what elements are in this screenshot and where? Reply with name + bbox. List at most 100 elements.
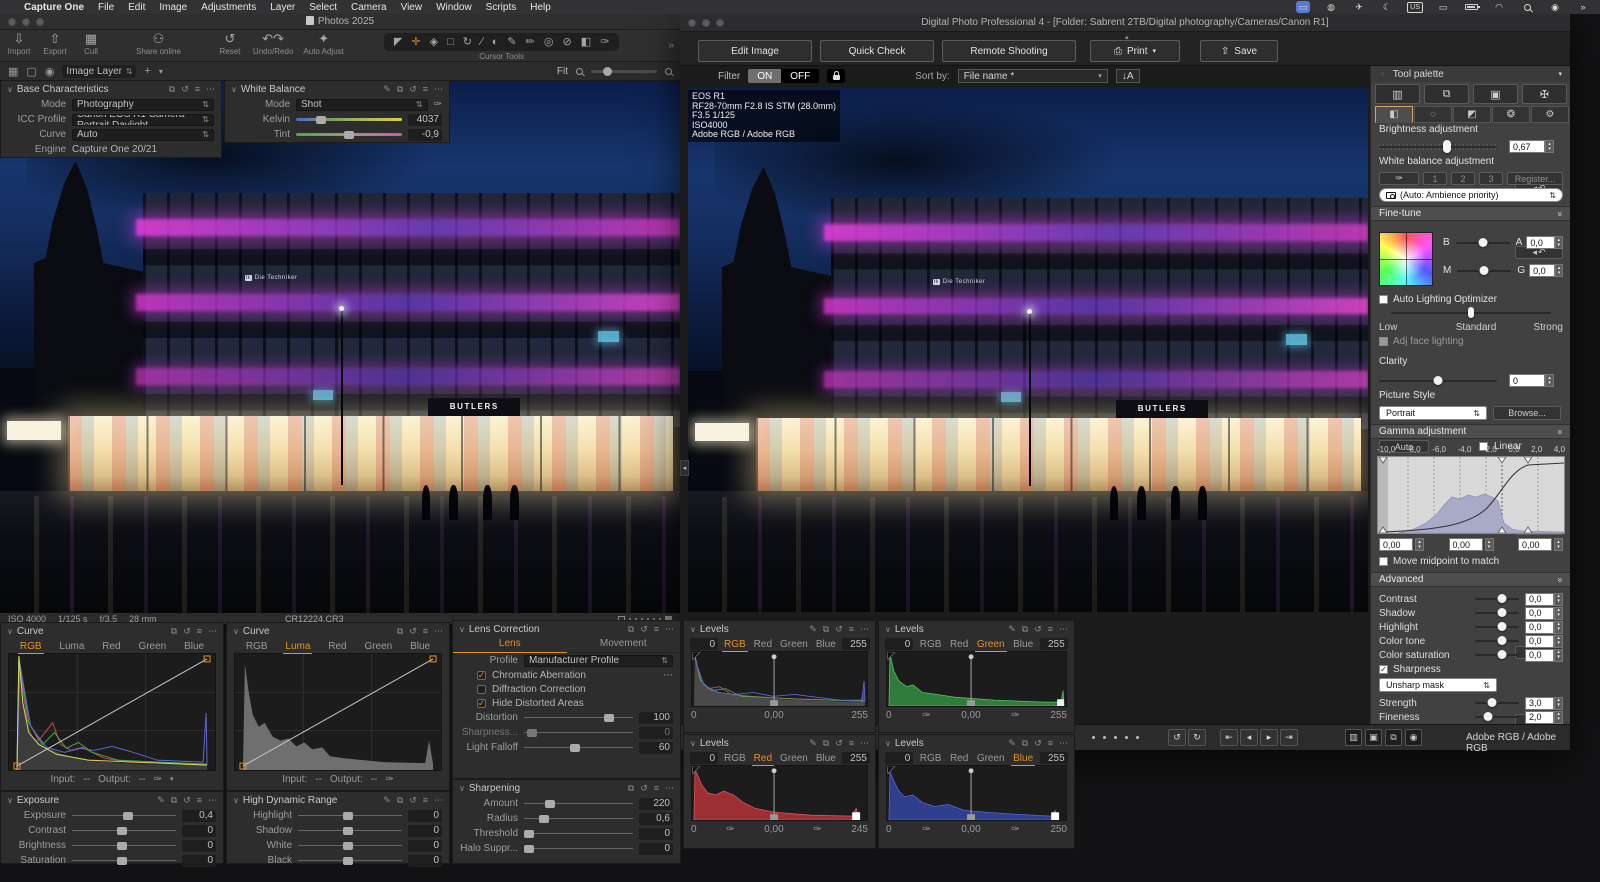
fine-tune-section[interactable]: Fine-tune» bbox=[1371, 206, 1570, 221]
more-icon[interactable]: ⋯ bbox=[206, 84, 215, 95]
radius-value[interactable]: 0,6 bbox=[639, 813, 673, 825]
kelvin-slider[interactable] bbox=[296, 114, 402, 126]
layer-selector[interactable]: Image Layer⇅ bbox=[62, 65, 136, 78]
levels-black-input[interactable]: 0 bbox=[690, 752, 718, 764]
heal-tool-icon[interactable]: ◎ bbox=[544, 37, 554, 48]
shadow-picker-icon[interactable]: ✑ bbox=[726, 824, 734, 835]
exposure-slider[interactable] bbox=[72, 810, 176, 822]
curve-tab-red[interactable]: Red bbox=[100, 640, 122, 653]
edit-image-button[interactable]: Edit Image bbox=[698, 40, 812, 62]
black-knob[interactable] bbox=[343, 857, 353, 865]
wifi-icon[interactable]: ◠ bbox=[1492, 1, 1506, 13]
sharpness-method-select[interactable]: Unsharp mask⇅ bbox=[1379, 678, 1497, 692]
reset-icon[interactable]: ↺ bbox=[835, 624, 843, 635]
menu-icon[interactable]: ≡ bbox=[423, 795, 428, 805]
highlight-value[interactable]: 0,0 bbox=[1525, 621, 1554, 634]
lens-sharpness-slider[interactable] bbox=[524, 727, 633, 739]
levels-tab-rgb[interactable]: RGB bbox=[918, 752, 944, 765]
copy-settings-icon[interactable]: ⧉ bbox=[397, 84, 403, 95]
curve-tab-rgb[interactable]: RGB bbox=[244, 640, 270, 653]
levels-tab-green[interactable]: Green bbox=[975, 752, 1007, 765]
menu-adjustments[interactable]: Adjustments bbox=[201, 2, 256, 13]
fineness-value[interactable]: 2,0 bbox=[1525, 711, 1554, 724]
copy-settings-icon[interactable]: ⧉ bbox=[1022, 624, 1028, 635]
menu-file[interactable]: File bbox=[98, 2, 114, 13]
menu-icon[interactable]: ≡ bbox=[1048, 624, 1053, 634]
black-slider[interactable] bbox=[298, 855, 402, 867]
strength-stepper[interactable]: ▴▾ bbox=[1554, 697, 1563, 710]
amount-slider[interactable] bbox=[524, 798, 633, 810]
distortion-knob[interactable] bbox=[604, 714, 614, 722]
collapse-chevron-icon[interactable]: ∨ bbox=[233, 627, 239, 636]
view-edit-button[interactable]: ▥ bbox=[1345, 729, 1362, 746]
rating-dots[interactable] bbox=[1092, 736, 1139, 739]
levels-black-input[interactable]: 0 bbox=[885, 752, 913, 764]
ba-stepper[interactable]: ▴▾ bbox=[1555, 236, 1563, 249]
color-saturation-value[interactable]: 0,0 bbox=[1525, 649, 1554, 662]
subtab-color[interactable]: ❂ bbox=[1492, 106, 1530, 123]
battery-icon[interactable] bbox=[1464, 1, 1478, 13]
amount-knob[interactable] bbox=[545, 800, 555, 808]
copy-settings-icon[interactable]: ⧉ bbox=[397, 795, 403, 806]
color-tone-knob[interactable] bbox=[1498, 636, 1507, 645]
amount-value[interactable]: 220 bbox=[639, 798, 673, 810]
rotate-left-button[interactable]: ↺ bbox=[1168, 729, 1186, 746]
midpoint-checkbox[interactable]: ✓ bbox=[1379, 557, 1388, 566]
rotate-right-button[interactable]: ↻ bbox=[1188, 729, 1206, 746]
pick-wb-tool-icon[interactable]: ◈ bbox=[430, 37, 438, 48]
collapse-chevron-icon[interactable]: ∨ bbox=[459, 784, 465, 793]
brightness-knob[interactable] bbox=[1443, 140, 1451, 153]
camera-view-button[interactable]: ◉ bbox=[1405, 729, 1422, 746]
tint-slider[interactable] bbox=[296, 129, 402, 141]
levels-rgb-histogram[interactable] bbox=[691, 651, 868, 707]
filter-off-button[interactable]: OFF bbox=[781, 69, 819, 83]
filter-toggle[interactable]: ON OFF bbox=[748, 69, 819, 83]
dpp-traffic-lights[interactable] bbox=[688, 19, 724, 27]
menu-app[interactable]: Capture One bbox=[24, 2, 84, 13]
menu-icon[interactable]: ≡ bbox=[423, 84, 428, 94]
keystone-tool-icon[interactable]: ∕ bbox=[481, 37, 483, 48]
collapse-chevron-icon[interactable]: ∨ bbox=[690, 625, 696, 634]
menu-icon[interactable]: ≡ bbox=[654, 783, 659, 793]
copy-settings-icon[interactable]: ⧉ bbox=[169, 84, 175, 95]
capture-pilot-icon[interactable]: ◉ bbox=[45, 65, 55, 78]
mg-stepper[interactable]: ▴▾ bbox=[1555, 264, 1563, 277]
more-icon[interactable]: ⋯ bbox=[208, 626, 217, 637]
fineness-slider[interactable] bbox=[1475, 716, 1519, 718]
reset-icon[interactable]: ↺ bbox=[640, 783, 648, 794]
highlight-picker-icon[interactable]: ✑ bbox=[813, 824, 821, 835]
browser-grid-icon[interactable]: ▦ bbox=[8, 65, 18, 78]
pick-icon[interactable]: ✎ bbox=[1008, 738, 1016, 749]
levels-shadow-value[interactable]: 0 bbox=[691, 710, 697, 721]
ba-slider[interactable] bbox=[1456, 242, 1510, 244]
clarity-stepper[interactable]: ▴▾ bbox=[1545, 374, 1554, 387]
pick-icon[interactable]: ✎ bbox=[1008, 624, 1016, 635]
curve-rgb-graph[interactable] bbox=[8, 653, 216, 771]
menu-layer[interactable]: Layer bbox=[270, 2, 295, 13]
dpp-title-bar[interactable]: Digital Photo Professional 4 - [Folder: … bbox=[680, 14, 1570, 32]
white-knob[interactable] bbox=[343, 842, 353, 850]
add-layer-button[interactable]: + bbox=[144, 65, 150, 77]
section-chevron-icon[interactable]: » bbox=[1555, 577, 1565, 582]
zoom-slider-knob[interactable] bbox=[603, 67, 612, 76]
copy-settings-icon[interactable]: ⧉ bbox=[397, 626, 403, 637]
diffraction-correction-checkbox[interactable]: ✓ bbox=[477, 685, 486, 694]
co-title-bar[interactable]: Photos 2025 bbox=[0, 14, 680, 30]
movement-tab[interactable]: Movement bbox=[567, 637, 681, 652]
profile-select[interactable]: Manufacturer Profile⇅ bbox=[524, 655, 673, 667]
menu-icon[interactable]: ≡ bbox=[654, 624, 659, 634]
reset-icon[interactable]: ↺ bbox=[183, 626, 191, 637]
levels-shadow-value[interactable]: 0 bbox=[886, 710, 892, 721]
select-tool-icon[interactable]: ◤ bbox=[394, 37, 402, 48]
subtab-settings[interactable]: ⚙ bbox=[1531, 106, 1569, 123]
copy-settings-icon[interactable]: ⧉ bbox=[823, 624, 829, 635]
levels-shadow-value[interactable]: 0 bbox=[886, 824, 892, 835]
highlight-slider[interactable] bbox=[1475, 626, 1519, 628]
gamma-histogram[interactable] bbox=[1377, 456, 1565, 534]
advanced-section[interactable]: Advanced» bbox=[1371, 572, 1570, 587]
levels-blue-histogram[interactable] bbox=[886, 765, 1067, 821]
collapse-chevron-icon[interactable]: ∨ bbox=[885, 739, 891, 748]
levels-tab-blue[interactable]: Blue bbox=[1011, 638, 1035, 651]
collapse-chevron-icon[interactable]: ∨ bbox=[7, 796, 13, 805]
next-image-button[interactable]: ▸ bbox=[1260, 729, 1278, 746]
